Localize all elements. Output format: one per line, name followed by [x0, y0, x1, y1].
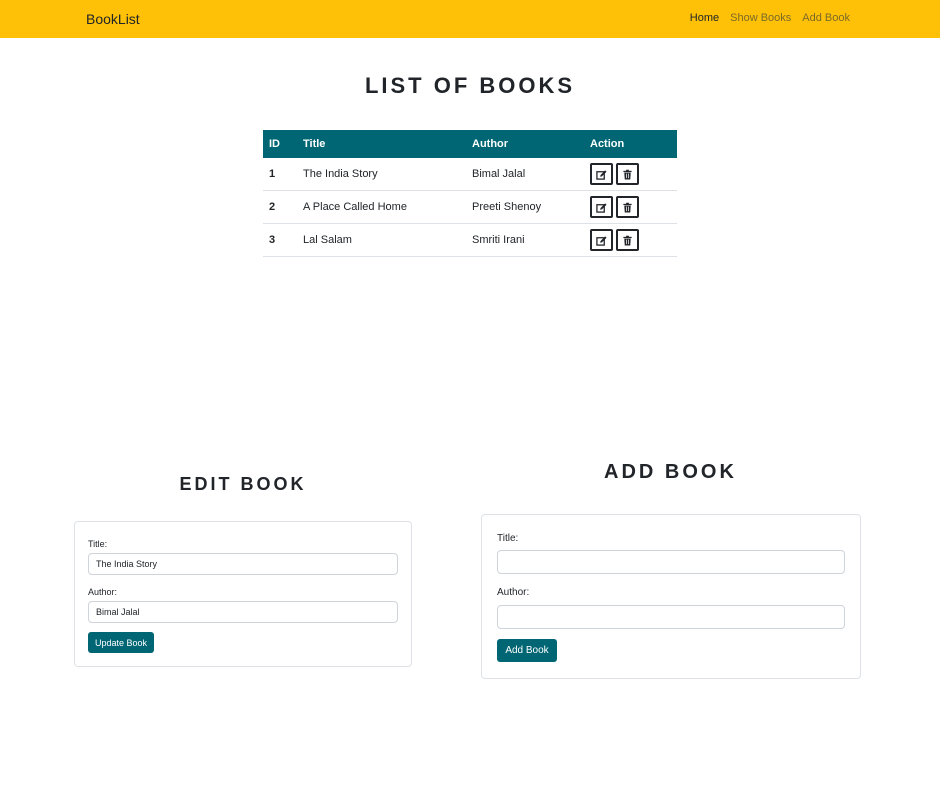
add-book-form: Title: Author: Add Book: [481, 514, 861, 679]
delete-book-button[interactable]: [616, 229, 639, 251]
book-title: The India Story: [297, 158, 466, 191]
col-title-header: Title: [297, 130, 466, 158]
edit-book-form: Title: Author: Update Book: [74, 521, 412, 667]
add-book-button[interactable]: Add Book: [497, 639, 557, 662]
book-author: Smriti Irani: [466, 223, 584, 257]
add-heading: ADD BOOK: [604, 461, 737, 483]
col-action-header: Action: [584, 130, 677, 158]
edit-icon: [596, 202, 607, 213]
col-author-header: Author: [466, 130, 584, 158]
edit-title-input[interactable]: [88, 553, 398, 575]
edit-author-input[interactable]: [88, 601, 398, 623]
edit-book-button[interactable]: [590, 229, 613, 251]
book-id: 2: [263, 190, 297, 224]
edit-book-button[interactable]: [590, 196, 613, 218]
edit-book-button[interactable]: [590, 163, 613, 185]
trash-icon: [623, 235, 632, 246]
edit-title-label: Title:: [88, 539, 108, 549]
trash-icon: [623, 169, 632, 180]
brand-link[interactable]: BookList: [86, 11, 140, 27]
book-title: A Place Called Home: [297, 190, 466, 224]
edit-icon: [596, 235, 607, 246]
navbar: BookList Home Show Books Add Book: [0, 0, 940, 38]
update-book-button[interactable]: Update Book: [88, 632, 154, 653]
col-id-header: ID: [263, 130, 297, 158]
book-actions: [584, 223, 677, 257]
edit-icon: [596, 169, 607, 180]
add-title-label: Title:: [497, 533, 519, 544]
nav-links: Home Show Books Add Book: [690, 12, 850, 24]
nav-link-add-book[interactable]: Add Book: [802, 12, 850, 24]
books-table: ID Title Author Action 1 The India Story…: [263, 130, 677, 257]
add-title-input[interactable]: [497, 550, 845, 574]
book-title: Lal Salam: [297, 223, 466, 257]
table-row: 3 Lal Salam Smriti Irani: [263, 223, 677, 257]
book-author: Bimal Jalal: [466, 158, 584, 191]
book-id: 1: [263, 158, 297, 191]
book-author: Preeti Shenoy: [466, 190, 584, 224]
nav-link-show-books[interactable]: Show Books: [730, 12, 791, 24]
edit-author-label: Author:: [88, 587, 118, 597]
edit-heading: EDIT BOOK: [179, 474, 307, 494]
list-heading: LIST OF BOOKS: [364, 73, 576, 98]
table-row: 2 A Place Called Home Preeti Shenoy: [263, 190, 677, 224]
delete-book-button[interactable]: [616, 196, 639, 218]
table-row: 1 The India Story Bimal Jalal: [263, 158, 677, 191]
book-actions: [584, 158, 677, 191]
table-header-row: ID Title Author Action: [263, 130, 677, 158]
book-actions: [584, 190, 677, 224]
trash-icon: [623, 202, 632, 213]
book-id: 3: [263, 223, 297, 257]
nav-link-home[interactable]: Home: [690, 12, 719, 24]
delete-book-button[interactable]: [616, 163, 639, 185]
add-author-label: Author:: [497, 587, 530, 598]
add-author-input[interactable]: [497, 605, 845, 629]
